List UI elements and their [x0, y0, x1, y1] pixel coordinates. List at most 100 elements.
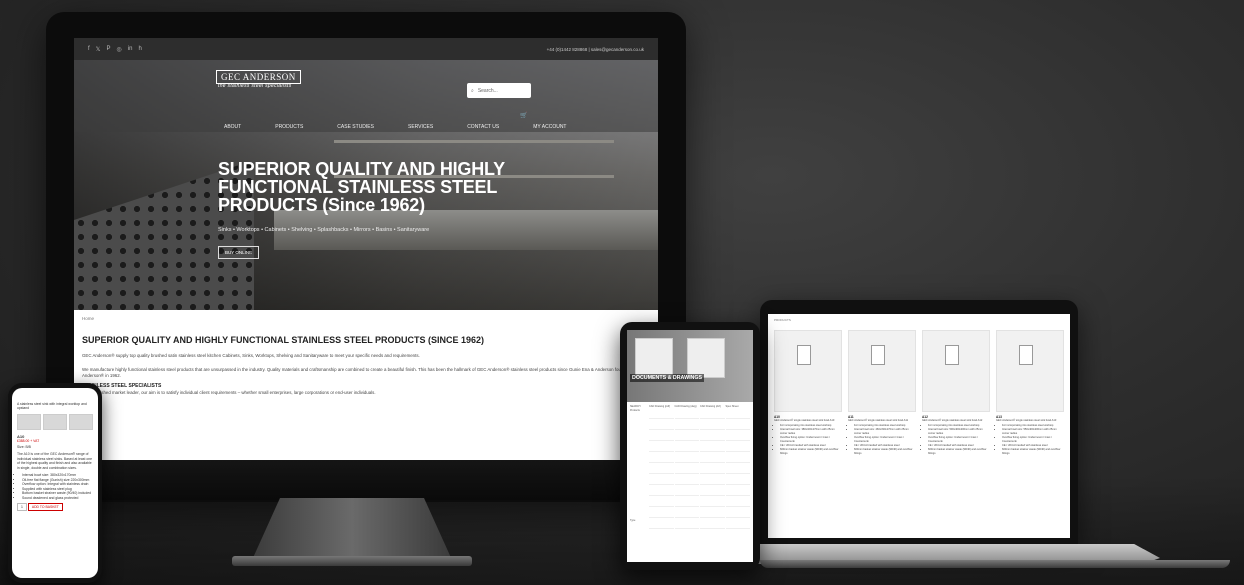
table-cell[interactable]	[700, 508, 725, 518]
product-thumbnail[interactable]	[43, 414, 67, 430]
logo[interactable]: GEC ANDERSON	[216, 70, 301, 84]
product-bullets: For incorporating into stainless steel w…	[928, 424, 990, 456]
table-cell[interactable]	[725, 453, 750, 463]
filter-option[interactable]	[630, 508, 648, 518]
table-cell[interactable]	[725, 431, 750, 441]
nav-about[interactable]: ABOUT	[224, 124, 241, 130]
table-cell[interactable]	[674, 508, 699, 518]
nav-case-studies[interactable]: CASE STUDIES	[337, 124, 374, 130]
table-cell[interactable]	[674, 497, 699, 507]
table-cell[interactable]	[674, 409, 699, 419]
table-cell[interactable]	[674, 475, 699, 485]
product-drawing[interactable]	[922, 330, 990, 412]
table-cell[interactable]	[649, 453, 674, 463]
product-card[interactable]: A12 GEC Anderson® single stainless steel…	[922, 330, 990, 456]
laptop-screen: PRODUCTS A10 GEC Anderson® single stainl…	[768, 314, 1070, 538]
table-cell[interactable]	[674, 519, 699, 529]
table-cell[interactable]	[725, 475, 750, 485]
product-title[interactable]: GEC Anderson® single stainless steel sin…	[774, 419, 842, 422]
table-cell[interactable]	[725, 519, 750, 529]
table-cell[interactable]	[674, 486, 699, 496]
product-card[interactable]: A13 GEC Anderson® single stainless steel…	[996, 330, 1064, 456]
filter-option[interactable]	[630, 431, 648, 441]
product-card[interactable]: A11 GEC Anderson® single stainless steel…	[848, 330, 916, 456]
imac-stand	[252, 498, 452, 560]
product-card[interactable]: A10 GEC Anderson® single stainless steel…	[774, 330, 842, 456]
filter-option[interactable]	[630, 486, 648, 496]
table-cell[interactable]	[649, 431, 674, 441]
product-drawing[interactable]	[996, 330, 1064, 412]
pinterest-icon[interactable]: P	[107, 46, 111, 53]
breadcrumb[interactable]: Home	[82, 316, 650, 321]
search-input[interactable]: ⌕ Search...	[467, 83, 531, 98]
table-cell[interactable]	[700, 486, 725, 496]
facebook-icon[interactable]: f	[88, 46, 90, 53]
table-cell[interactable]	[700, 453, 725, 463]
contact-info[interactable]: +44 (0)1442 828868 | sales@gecanderson.c…	[547, 47, 644, 52]
list-item: Internal bowl size: 550x400x200mm with 2…	[1002, 428, 1064, 436]
filter-option[interactable]	[630, 464, 648, 474]
filter-option[interactable]	[630, 475, 648, 485]
table-cell[interactable]	[649, 409, 674, 419]
nav-my-account[interactable]: MY ACCOUNT	[533, 124, 566, 130]
table-cell[interactable]	[700, 475, 725, 485]
table-cell[interactable]	[700, 464, 725, 474]
product-title[interactable]: GEC Anderson® single stainless steel sin…	[848, 419, 916, 422]
table-cell[interactable]	[700, 409, 725, 419]
linkedin-icon[interactable]: in	[128, 46, 133, 53]
filter-option[interactable]	[630, 497, 648, 507]
product-thumbnail[interactable]	[17, 414, 41, 430]
filter-option[interactable]	[630, 442, 648, 452]
table-cell[interactable]	[725, 442, 750, 452]
table-cell[interactable]	[649, 497, 674, 507]
twitter-icon[interactable]: 𝕏	[96, 46, 101, 53]
table-cell[interactable]	[725, 409, 750, 419]
table-cell[interactable]	[725, 497, 750, 507]
table-cell[interactable]	[649, 420, 674, 430]
table-cell[interactable]	[649, 519, 674, 529]
product-thumbnail[interactable]	[69, 414, 93, 430]
nav-contact[interactable]: CONTACT US	[467, 124, 499, 130]
table-cell[interactable]	[725, 508, 750, 518]
table-cell[interactable]	[725, 420, 750, 430]
quantity-stepper[interactable]: 1	[17, 503, 27, 511]
filter-option[interactable]	[630, 453, 648, 463]
table-cell[interactable]	[649, 475, 674, 485]
table-cell[interactable]	[674, 442, 699, 452]
table-cell[interactable]	[725, 464, 750, 474]
table-cell[interactable]	[725, 486, 750, 496]
table-cell[interactable]	[700, 431, 725, 441]
nav-products[interactable]: PRODUCTS	[275, 124, 303, 130]
instagram-icon[interactable]: ◎	[117, 46, 122, 53]
table-cell[interactable]	[674, 431, 699, 441]
page-content: Home SUPERIOR QUALITY AND HIGHLY FUNCTIO…	[74, 310, 658, 460]
list-item: Overflow fixing option: Undermount / Ins…	[780, 436, 842, 444]
type-heading: Type	[630, 519, 636, 522]
table-cell[interactable]	[674, 453, 699, 463]
table-cell[interactable]	[674, 420, 699, 430]
product-drawing[interactable]	[848, 330, 916, 412]
hero-subtitle: Sinks • Worktops • Cabinets • Shelving •…	[218, 227, 430, 233]
cart-icon[interactable]: 🛒	[520, 112, 527, 119]
table-cell[interactable]	[700, 519, 725, 529]
table-cell[interactable]	[700, 497, 725, 507]
buy-online-button[interactable]: BUY ONLINE	[218, 246, 260, 259]
product-title[interactable]: GEC Anderson® single stainless steel sin…	[996, 419, 1064, 422]
add-to-basket-button[interactable]: ADD TO BASKET	[27, 503, 63, 511]
table-cell[interactable]	[649, 442, 674, 452]
table-cell[interactable]	[649, 464, 674, 474]
breadcrumb[interactable]: PRODUCTS	[774, 318, 791, 322]
houzz-icon[interactable]: h	[138, 46, 141, 53]
table-cell[interactable]	[700, 442, 725, 452]
table-cell[interactable]	[649, 508, 674, 518]
table-cell[interactable]	[700, 420, 725, 430]
list-item: Internal bowl size: 500x400x200mm with 2…	[928, 428, 990, 436]
table-cell[interactable]	[649, 486, 674, 496]
product-drawing[interactable]	[774, 330, 842, 412]
nav-services[interactable]: SERVICES	[408, 124, 433, 130]
table-cell[interactable]	[674, 464, 699, 474]
top-bar: f 𝕏 P ◎ in h +44 (0)1442 828868 | sales@…	[74, 38, 658, 60]
product-title[interactable]: GEC Anderson® single stainless steel sin…	[922, 419, 990, 422]
list-item: Overflow option: Integral with stainless…	[22, 482, 93, 487]
filter-option[interactable]	[630, 420, 648, 430]
